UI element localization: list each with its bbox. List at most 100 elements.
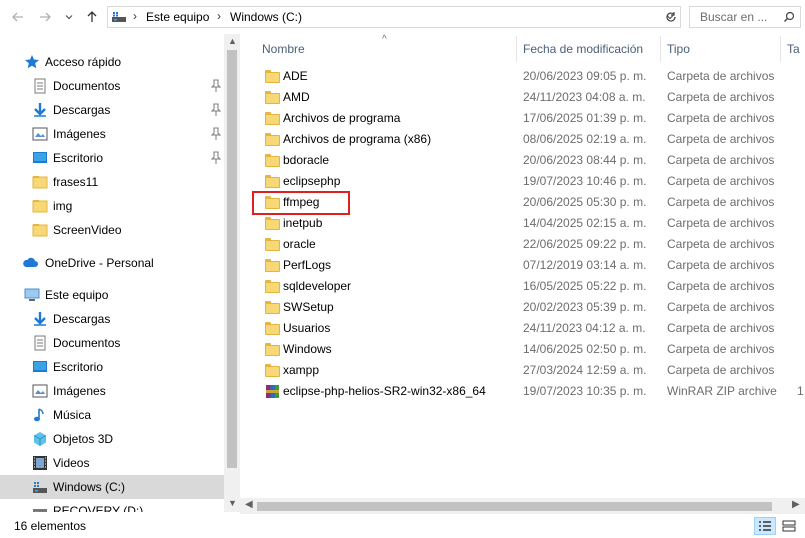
column-header-date[interactable]: Fecha de modificación [523, 42, 643, 56]
column-divider[interactable] [660, 36, 661, 62]
nav-pc-musica[interactable]: Música [0, 403, 224, 427]
drive-icon [112, 12, 126, 22]
file-name: xampp [283, 363, 320, 377]
scroll-right-icon[interactable]: ▶ [792, 499, 800, 510]
nav-pc-recovery-d[interactable]: RECOVERY (D:) [0, 499, 224, 512]
status-bar: 16 elementos [0, 514, 805, 538]
column-divider[interactable] [516, 36, 517, 62]
recent-locations-button[interactable] [60, 8, 78, 26]
address-bar[interactable]: › Este equipo › Windows (C:) [107, 6, 681, 28]
nav-item-documentos[interactable]: Documentos [0, 74, 224, 98]
nav-pc-imagenes[interactable]: Imágenes [0, 379, 224, 403]
folder-icon [265, 342, 280, 356]
nav-item-img[interactable]: img [0, 194, 224, 218]
nav-label: Descargas [53, 103, 111, 117]
breadcrumb-este-equipo[interactable]: Este equipo [146, 10, 209, 24]
nav-item-screenvideo[interactable]: ScreenVideo [0, 218, 224, 242]
table-row[interactable]: SWSetup 20/02/2023 05:39 p. m. Carpeta de … [250, 297, 805, 318]
nav-label: Este equipo [45, 288, 109, 302]
search-field[interactable]: Buscar en ... [689, 6, 801, 28]
column-header-size[interactable]: Ta [787, 42, 800, 56]
table-row[interactable]: AMD 24/11/2023 04:08 a. m. Carpeta de arch… [250, 87, 805, 108]
nav-label: Música [53, 408, 92, 422]
table-row[interactable]: sqldeveloper 16/05/2025 05:22 p. m. Carpet… [250, 276, 805, 297]
folder-icon [265, 111, 280, 125]
nav-pc-windows-c[interactable]: Windows (C:) [0, 475, 224, 499]
back-button[interactable] [9, 8, 27, 26]
navigation-pane: Acceso rápido Documentos Descargas Imáge… [0, 34, 240, 512]
horizontal-scrollbar[interactable]: ◀ ▶ [240, 498, 805, 514]
large-icons-view-icon [782, 520, 796, 532]
up-arrow-icon [87, 11, 97, 22]
chevron-down-icon [65, 15, 73, 20]
file-type: Carpeta de archivos [667, 153, 775, 167]
address-row: › Este equipo › Windows (C:) Buscar en .… [0, 0, 805, 34]
file-date: 22/06/2025 09:22 p. m. [523, 237, 647, 251]
file-name: ADE [283, 69, 308, 83]
column-header-type[interactable]: Tipo [667, 42, 690, 56]
table-row[interactable]: oracle 22/06/2025 09:22 p. m. Carpeta de a… [250, 234, 805, 255]
scroll-up-icon[interactable]: ▲ [228, 36, 237, 46]
scroll-left-icon[interactable]: ◀ [245, 499, 253, 510]
folder-icon [32, 176, 48, 189]
folder-icon [265, 174, 280, 188]
nav-label: Acceso rápido [45, 55, 122, 69]
file-name: SWSetup [283, 300, 334, 314]
table-row[interactable]: PerfLogs 07/12/2019 03:14 a. m. Carpeta de… [250, 255, 805, 276]
nav-item-imagenes[interactable]: Imágenes [0, 122, 224, 146]
nav-onedrive[interactable]: OneDrive - Personal [0, 251, 224, 275]
nav-this-pc[interactable]: Este equipo [0, 283, 224, 307]
breadcrumb-windows-c[interactable]: Windows (C:) [230, 10, 302, 24]
details-view-button[interactable] [754, 517, 776, 535]
file-date: 19/07/2023 10:46 p. m. [523, 174, 647, 188]
nav-pc-objetos-3d[interactable]: Objetos 3D [0, 427, 224, 451]
file-type: Carpeta de archivos [667, 90, 775, 104]
scrollbar-thumb[interactable] [257, 502, 772, 511]
nav-pc-escritorio[interactable]: Escritorio [0, 355, 224, 379]
nav-item-descargas[interactable]: Descargas [0, 98, 224, 122]
up-button[interactable] [83, 8, 101, 26]
table-row[interactable]: inetpub 14/04/2025 02:15 a. m. Carpeta de … [250, 213, 805, 234]
scrollbar-thumb[interactable] [227, 50, 237, 468]
table-row[interactable]: Windows 14/06/2025 02:50 p. m. Carpeta de … [250, 339, 805, 360]
folder-icon [265, 216, 280, 230]
nav-item-frases11[interactable]: frases11 [0, 170, 224, 194]
file-date: 24/11/2023 04:08 a. m. [523, 90, 646, 104]
table-row[interactable]: ADE 20/06/2023 09:05 p. m. Carpeta de arch… [250, 66, 805, 87]
nav-pc-documentos[interactable]: Documentos [0, 331, 224, 355]
column-header-name[interactable]: Nombre [262, 42, 305, 56]
column-divider[interactable] [780, 36, 781, 62]
nav-pc-descargas[interactable]: Descargas [0, 307, 224, 331]
refresh-icon [665, 12, 676, 22]
file-date: 20/02/2023 05:39 p. m. [523, 300, 647, 314]
nav-quick-access[interactable]: Acceso rápido [0, 50, 224, 74]
table-row[interactable]: bdoracle 20/06/2023 08:44 p. m. Carpeta de… [250, 150, 805, 171]
pin-icon [210, 127, 222, 140]
table-row[interactable]: eclipsephp 19/07/2023 10:46 p. m. Carpeta … [250, 171, 805, 192]
file-name: AMD [283, 90, 310, 104]
desktop-icon [33, 152, 47, 163]
search-icon [784, 11, 795, 22]
scroll-down-icon[interactable]: ▼ [228, 498, 237, 508]
table-row[interactable]: Usuarios 24/11/2023 04:12 a. m. Carpeta de… [250, 318, 805, 339]
pin-icon [210, 151, 222, 164]
details-view-icon [759, 521, 771, 531]
nav-label: Objetos 3D [53, 432, 114, 446]
table-row[interactable]: eclipse-php-helios-SR2-win32-x86_64 19/07… [250, 381, 805, 402]
pictures-icon [32, 384, 48, 398]
nav-label: img [53, 199, 73, 213]
table-row[interactable]: xampp 27/03/2024 12:59 a. m. Carpeta de ar… [250, 360, 805, 381]
nav-label: Windows (C:) [53, 480, 126, 494]
file-explorer-window: › Este equipo › Windows (C:) Buscar en .… [0, 0, 805, 538]
forward-button[interactable] [36, 8, 54, 26]
table-row[interactable]: Archivos de programa (x86) 08/06/2025 02:… [250, 129, 805, 150]
table-row[interactable]: Archivos de programa 17/06/2025 01:39 p. … [250, 108, 805, 129]
nav-item-escritorio[interactable]: Escritorio [0, 146, 224, 170]
navigation-scrollbar[interactable]: ▲ ▼ [224, 34, 240, 512]
onedrive-cloud-icon [23, 257, 38, 267]
pin-icon [210, 79, 222, 92]
large-icons-view-button[interactable] [778, 517, 800, 535]
refresh-button[interactable] [661, 6, 681, 28]
nav-pc-videos[interactable]: Videos [0, 451, 224, 475]
file-type: Carpeta de archivos [667, 216, 775, 230]
